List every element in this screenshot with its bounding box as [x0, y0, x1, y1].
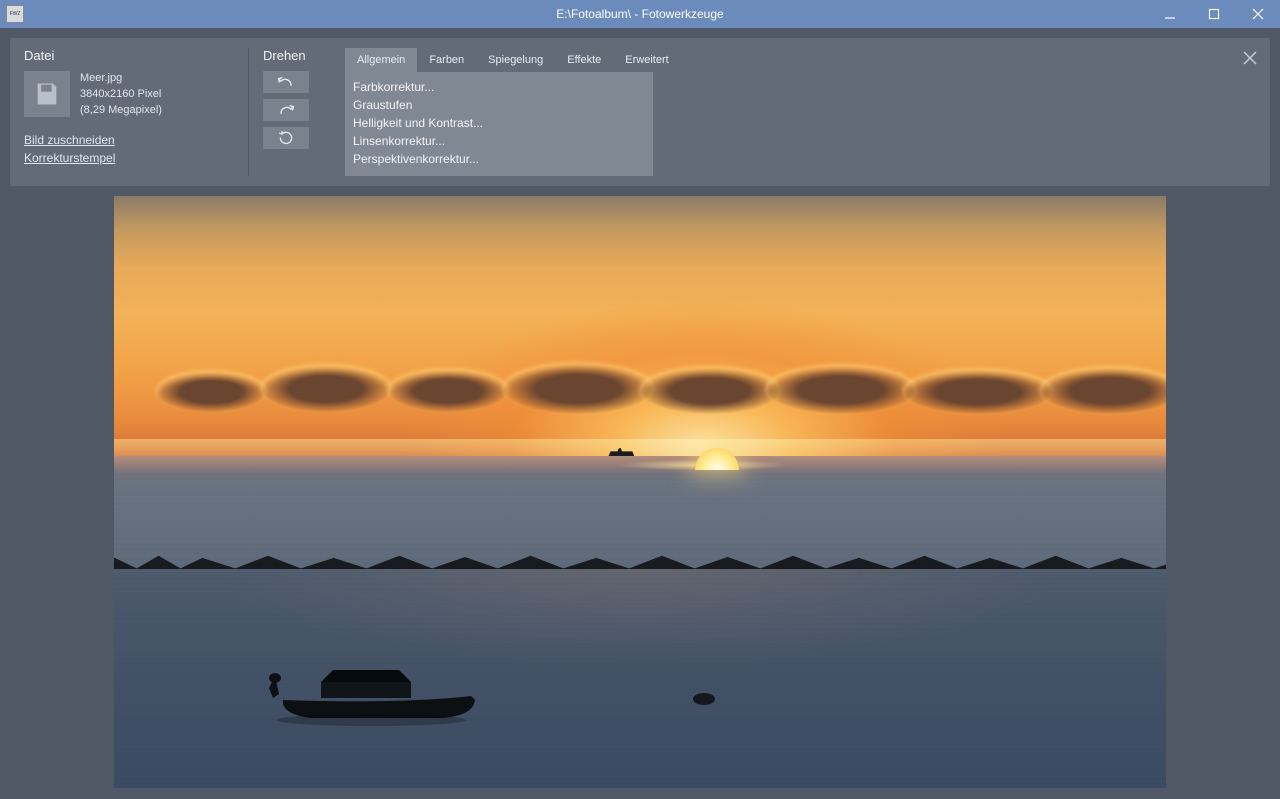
crop-link[interactable]: Bild zuschneiden [24, 133, 234, 147]
window-controls [1148, 0, 1280, 28]
menu-perspektivenkorrektur[interactable]: Perspektivenkorrektur... [353, 150, 645, 168]
tab-strip: Allgemein Farben Spiegelung Effekte Erwe… [345, 48, 681, 72]
floppy-icon [33, 80, 61, 108]
close-button[interactable] [1236, 0, 1280, 28]
rotate-ccw-button[interactable] [263, 71, 309, 93]
tab-spiegelung[interactable]: Spiegelung [476, 48, 555, 72]
adjust-tabs-section: Allgemein Farben Spiegelung Effekte Erwe… [345, 38, 681, 186]
undo-arrow-icon [276, 75, 296, 89]
file-name: Meer.jpg [80, 71, 162, 87]
image-preview[interactable] [114, 196, 1166, 788]
file-dimensions: 3840x2160 Pixel [80, 87, 162, 103]
toolbar-panel: Datei Meer.jpg 3840x2160 Pixel (8,29 Meg… [10, 38, 1270, 186]
menu-graustufen[interactable]: Graustufen [353, 96, 645, 114]
file-meta: Meer.jpg 3840x2160 Pixel (8,29 Megapixel… [80, 71, 162, 119]
close-icon [1243, 51, 1257, 65]
tab-effekte[interactable]: Effekte [555, 48, 613, 72]
menu-farbkorrektur[interactable]: Farbkorrektur... [353, 78, 645, 96]
clone-stamp-link[interactable]: Korrekturstempel [24, 151, 234, 165]
rotate-full-button[interactable] [263, 127, 309, 149]
file-section-title: Datei [24, 48, 234, 63]
panel-close-button[interactable] [1240, 48, 1260, 68]
app-icon: FWZ [6, 5, 24, 23]
tab-farben[interactable]: Farben [417, 48, 476, 72]
rotate-cycle-icon [276, 130, 296, 146]
rotate-section: Drehen [249, 38, 345, 186]
canvas-area [10, 196, 1270, 788]
minimize-button[interactable] [1148, 0, 1192, 28]
maximize-button[interactable] [1192, 0, 1236, 28]
file-section: Datei Meer.jpg 3840x2160 Pixel (8,29 Meg… [10, 38, 248, 186]
menu-linsenkorrektur[interactable]: Linsenkorrektur... [353, 132, 645, 150]
rotate-section-title: Drehen [263, 48, 331, 63]
window-title: E:\Fotoalbum\ - Fotowerkzeuge [556, 7, 723, 21]
file-megapixel: (8,29 Megapixel) [80, 103, 162, 119]
tab-erweitert[interactable]: Erweitert [613, 48, 680, 72]
rotate-cw-button[interactable] [263, 99, 309, 121]
tab-allgemein[interactable]: Allgemein [345, 48, 417, 72]
tab-body: Farbkorrektur... Graustufen Helligkeit u… [345, 72, 653, 176]
redo-arrow-icon [276, 103, 296, 117]
title-bar: FWZ E:\Fotoalbum\ - Fotowerkzeuge [0, 0, 1280, 28]
save-button[interactable] [24, 71, 70, 117]
menu-helligkeit-kontrast[interactable]: Helligkeit und Kontrast... [353, 114, 645, 132]
